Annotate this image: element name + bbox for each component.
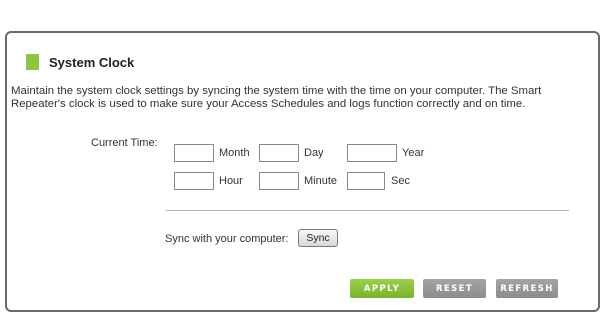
minute-input[interactable] [259, 172, 299, 190]
year-input[interactable] [347, 144, 397, 162]
refresh-button[interactable]: REFRESH [496, 279, 558, 298]
sec-label: Sec [391, 175, 410, 187]
divider [166, 210, 569, 211]
apply-button[interactable]: APPLY [350, 279, 414, 298]
sec-input[interactable] [347, 172, 385, 190]
day-label: Day [304, 147, 324, 159]
sync-button[interactable]: Sync [298, 229, 338, 247]
system-clock-panel: System Clock Maintain the system clock s… [5, 31, 600, 312]
hour-input[interactable] [174, 172, 214, 190]
sync-label: Sync with your computer: [165, 233, 289, 245]
section-title: System Clock [49, 54, 135, 70]
section-header: System Clock [26, 54, 134, 70]
month-label: Month [219, 147, 250, 159]
day-input[interactable] [259, 144, 299, 162]
reset-button[interactable]: RESET [423, 279, 486, 298]
year-label: Year [402, 147, 425, 159]
hour-label: Hour [219, 175, 243, 187]
minute-label: Minute [304, 175, 338, 187]
current-time-label: Current Time: [91, 137, 158, 149]
section-marker-icon [26, 54, 39, 70]
month-input[interactable] [174, 144, 214, 162]
section-description: Maintain the system clock settings by sy… [11, 85, 542, 110]
